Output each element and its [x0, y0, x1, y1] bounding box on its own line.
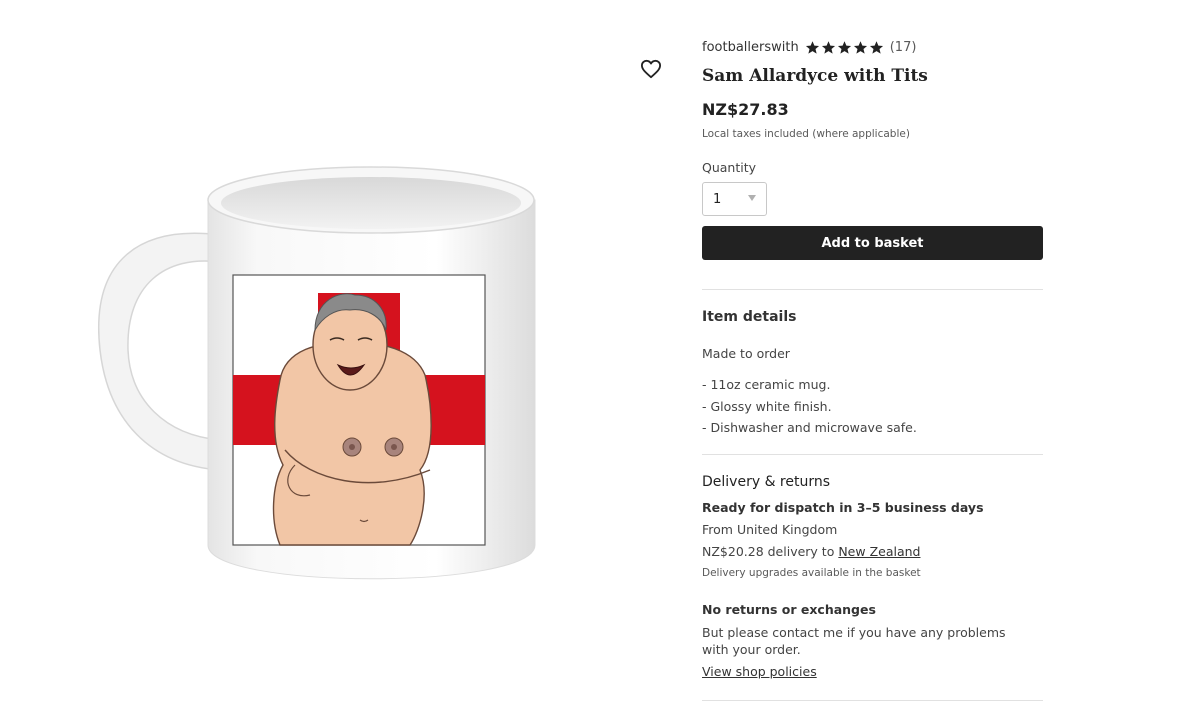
- star-icon: [821, 41, 835, 54]
- delivery-cost-text: NZ$20.28 delivery to: [702, 544, 839, 559]
- add-to-basket-button[interactable]: Add to basket: [702, 226, 1043, 260]
- item-detail-bullet: - Glossy white finish.: [702, 399, 832, 414]
- divider: [702, 700, 1043, 701]
- tax-note: Local taxes included (where applicable): [702, 128, 910, 140]
- quantity-label: Quantity: [702, 160, 757, 175]
- delivery-upgrades-note: Delivery upgrades available in the baske…: [702, 567, 921, 579]
- delivery-returns-heading[interactable]: Delivery & returns: [702, 474, 830, 490]
- quantity-value: 1: [713, 192, 722, 207]
- heart-outline-icon: [641, 59, 661, 79]
- item-details-heading[interactable]: Item details: [702, 309, 796, 325]
- item-detail-bullet: - Dishwasher and microwave safe.: [702, 420, 917, 435]
- star-icon: [853, 41, 867, 54]
- review-count[interactable]: (17): [890, 40, 917, 55]
- star-icon: [837, 41, 851, 54]
- shop-policies-link[interactable]: View shop policies: [702, 664, 817, 679]
- listing-title: Sam Allardyce with Tits: [702, 66, 928, 86]
- returns-heading: No returns or exchanges: [702, 602, 876, 617]
- listing-price: NZ$27.83: [702, 100, 789, 119]
- product-image-mug: [98, 166, 536, 580]
- delivery-cost: NZ$20.28 delivery to New Zealand: [702, 544, 920, 559]
- ships-from: From United Kingdom: [702, 522, 838, 537]
- shop-name-link[interactable]: footballerswith: [702, 40, 799, 55]
- divider: [702, 289, 1043, 290]
- made-to-order-text: Made to order: [702, 346, 790, 361]
- caret-down-icon: [748, 195, 756, 201]
- favorite-button[interactable]: [638, 56, 664, 82]
- delivery-destination-link[interactable]: New Zealand: [838, 544, 920, 559]
- item-detail-bullet: - 11oz ceramic mug.: [702, 377, 831, 392]
- dispatch-time: Ready for dispatch in 3–5 business days: [702, 500, 984, 515]
- star-icon: [805, 41, 819, 54]
- quantity-select[interactable]: 1: [702, 182, 767, 216]
- returns-text: But please contact me if you have any pr…: [702, 625, 1006, 657]
- product-image-area: [0, 0, 680, 705]
- shop-rating-line: footballerswith (17): [702, 40, 916, 55]
- star-icon: [869, 41, 883, 54]
- divider: [702, 454, 1043, 455]
- rating-stars[interactable]: [805, 40, 884, 55]
